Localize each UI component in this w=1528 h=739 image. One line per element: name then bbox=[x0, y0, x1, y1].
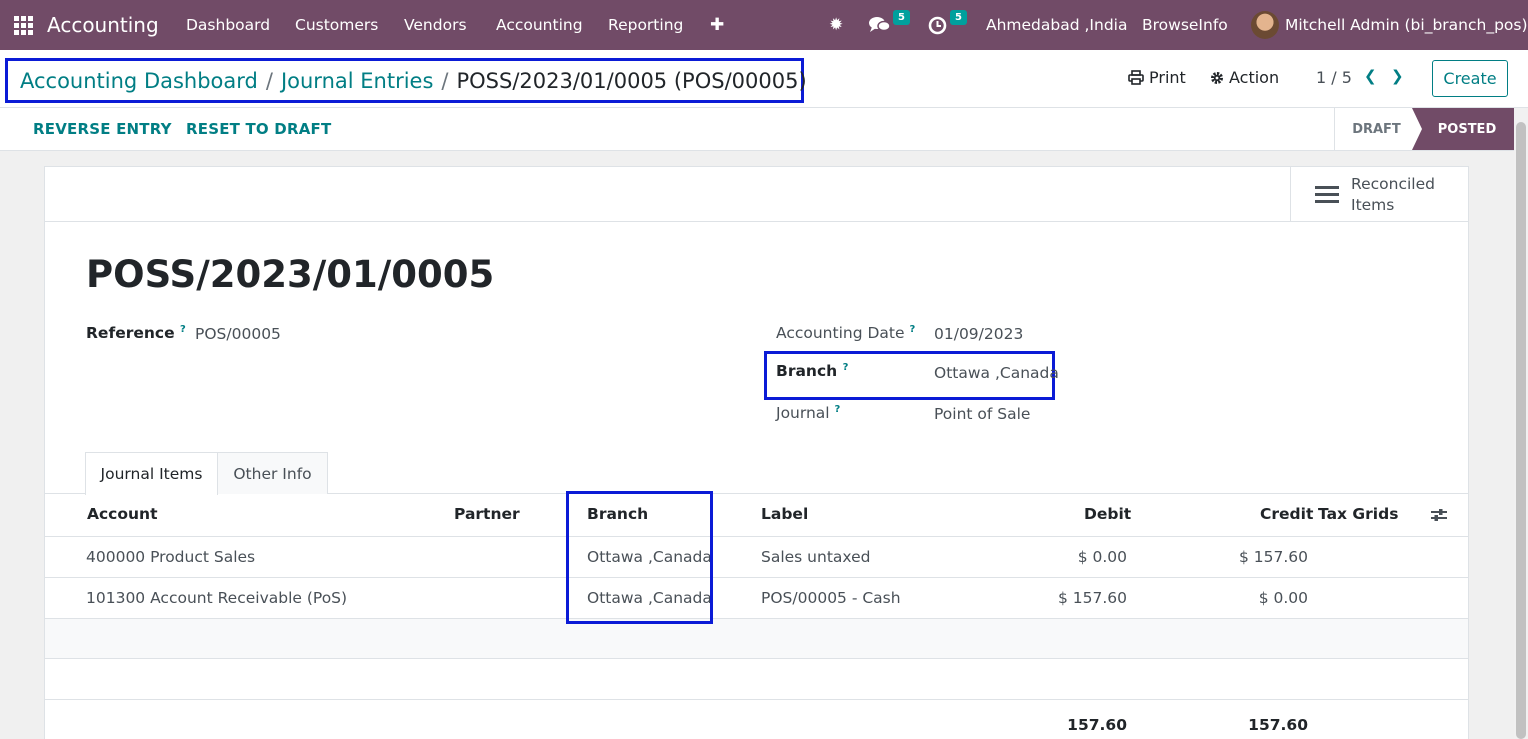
row2-label[interactable]: POS/00005 - Cash bbox=[761, 589, 901, 607]
activities-badge: 5 bbox=[950, 10, 967, 25]
app-name[interactable]: Accounting bbox=[47, 0, 159, 50]
col-credit[interactable]: Credit bbox=[1260, 505, 1313, 523]
company-browseinfo[interactable]: BrowseInfo bbox=[1142, 0, 1228, 50]
control-panel: Accounting Dashboard / Journal Entries /… bbox=[0, 50, 1528, 108]
row2-credit[interactable]: $ 0.00 bbox=[1259, 589, 1308, 607]
col-label[interactable]: Label bbox=[761, 505, 808, 523]
row-divider bbox=[45, 577, 1468, 578]
stage-posted[interactable]: POSTED bbox=[1412, 108, 1514, 150]
menu-accounting[interactable]: Accounting bbox=[496, 0, 583, 50]
tab-other-info[interactable]: Other Info bbox=[217, 452, 328, 494]
row2-account[interactable]: 101300 Account Receivable (PoS) bbox=[86, 589, 347, 607]
messages-icon[interactable] bbox=[869, 0, 891, 50]
help-icon[interactable]: ? bbox=[180, 324, 186, 335]
reconciled-items-line2: Items bbox=[1351, 195, 1395, 214]
empty-row[interactable] bbox=[45, 619, 1468, 658]
action-label: Action bbox=[1229, 68, 1280, 87]
gear-icon bbox=[1211, 71, 1223, 84]
row1-debit[interactable]: $ 0.00 bbox=[1078, 548, 1127, 566]
smart-button-box: Reconciled Items bbox=[45, 167, 1468, 222]
user-menu[interactable]: Mitchell Admin (bi_branch_pos) bbox=[1251, 0, 1528, 50]
branch-column-highlight-box bbox=[566, 491, 713, 624]
row-divider bbox=[45, 658, 1468, 659]
reconciled-items-button[interactable]: Reconciled Items bbox=[1290, 167, 1468, 222]
pager-prev-icon[interactable]: ❮ bbox=[1364, 67, 1377, 85]
row-divider bbox=[45, 699, 1468, 700]
clock-icon bbox=[928, 16, 947, 34]
row1-account[interactable]: 400000 Product Sales bbox=[86, 548, 255, 566]
optional-columns-icon[interactable] bbox=[1430, 507, 1448, 523]
total-debit: 157.60 bbox=[1067, 716, 1127, 734]
action-button[interactable]: Action bbox=[1210, 68, 1279, 87]
menu-reporting[interactable]: Reporting bbox=[608, 0, 683, 50]
bug-icon[interactable]: ✹ bbox=[829, 0, 843, 50]
branch-label: Branch ? bbox=[776, 362, 849, 381]
breadcrumb-current: POSS/2023/01/0005 (POS/00005) bbox=[456, 68, 807, 93]
branch-value[interactable]: Ottawa ,Canada bbox=[934, 364, 1059, 382]
reference-label: Reference ? bbox=[86, 324, 186, 343]
total-credit: 157.60 bbox=[1248, 716, 1308, 734]
pager-value[interactable]: 1 / 5 bbox=[1316, 68, 1352, 87]
breadcrumb-journal-entries[interactable]: Journal Entries bbox=[281, 69, 433, 93]
entry-title: POSS/2023/01/0005 bbox=[86, 253, 495, 296]
menu-vendors[interactable]: Vendors bbox=[404, 0, 467, 50]
create-button[interactable]: Create bbox=[1432, 60, 1508, 97]
breadcrumb: Accounting Dashboard / Journal Entries /… bbox=[5, 58, 807, 103]
company-switcher[interactable]: Ahmedabad ,India bbox=[986, 0, 1127, 50]
top-navbar: Accounting Dashboard Customers Vendors A… bbox=[0, 0, 1528, 50]
breadcrumb-separator: / bbox=[441, 68, 449, 93]
apps-menu-icon[interactable] bbox=[14, 0, 33, 50]
row2-debit[interactable]: $ 157.60 bbox=[1058, 589, 1127, 607]
reverse-entry-button[interactable]: REVERSE ENTRY bbox=[33, 108, 172, 150]
avatar bbox=[1251, 11, 1279, 39]
col-partner[interactable]: Partner bbox=[454, 505, 520, 523]
printer-icon bbox=[1128, 70, 1144, 85]
print-button[interactable]: Print bbox=[1128, 68, 1186, 87]
col-tax-grids[interactable]: Tax Grids bbox=[1318, 505, 1398, 523]
menu-dashboard[interactable]: Dashboard bbox=[186, 0, 270, 50]
reset-to-draft-button[interactable]: RESET TO DRAFT bbox=[186, 108, 331, 150]
tab-journal-items[interactable]: Journal Items bbox=[85, 452, 218, 495]
row1-credit[interactable]: $ 157.60 bbox=[1239, 548, 1308, 566]
scrollbar-thumb[interactable] bbox=[1516, 122, 1526, 739]
journal-value[interactable]: Point of Sale bbox=[934, 405, 1030, 423]
list-icon bbox=[1315, 186, 1339, 203]
pager-next-icon[interactable]: ❯ bbox=[1391, 67, 1404, 85]
breadcrumb-accounting-dashboard[interactable]: Accounting Dashboard bbox=[20, 69, 258, 93]
activities-icon[interactable] bbox=[928, 0, 947, 50]
reference-value[interactable]: POS/00005 bbox=[195, 325, 281, 343]
help-icon[interactable]: ? bbox=[909, 324, 915, 335]
stage-draft[interactable]: DRAFT bbox=[1334, 108, 1418, 150]
accounting-date-value[interactable]: 01/09/2023 bbox=[934, 325, 1023, 343]
form-sheet: Reconciled Items POSS/2023/01/0005 Refer… bbox=[44, 166, 1469, 739]
accounting-date-label: Accounting Date ? bbox=[776, 324, 916, 343]
col-debit[interactable]: Debit bbox=[1084, 505, 1131, 523]
row-divider bbox=[45, 536, 1468, 537]
menu-customers[interactable]: Customers bbox=[295, 0, 378, 50]
chat-bubbles-icon bbox=[869, 17, 891, 32]
messages-badge: 5 bbox=[893, 10, 910, 25]
row1-label[interactable]: Sales untaxed bbox=[761, 548, 870, 566]
help-icon[interactable]: ? bbox=[843, 362, 849, 373]
journal-label: Journal ? bbox=[776, 404, 841, 423]
print-label: Print bbox=[1149, 68, 1186, 87]
reconciled-items-line1: Reconciled bbox=[1351, 174, 1435, 193]
help-icon[interactable]: ? bbox=[835, 404, 841, 415]
status-bar: REVERSE ENTRY RESET TO DRAFT DRAFT POSTE… bbox=[0, 108, 1528, 151]
col-account[interactable]: Account bbox=[87, 505, 158, 523]
user-name: Mitchell Admin (bi_branch_pos) bbox=[1285, 16, 1528, 34]
breadcrumb-separator: / bbox=[265, 68, 273, 93]
plus-icon[interactable]: ✚ bbox=[710, 0, 724, 50]
